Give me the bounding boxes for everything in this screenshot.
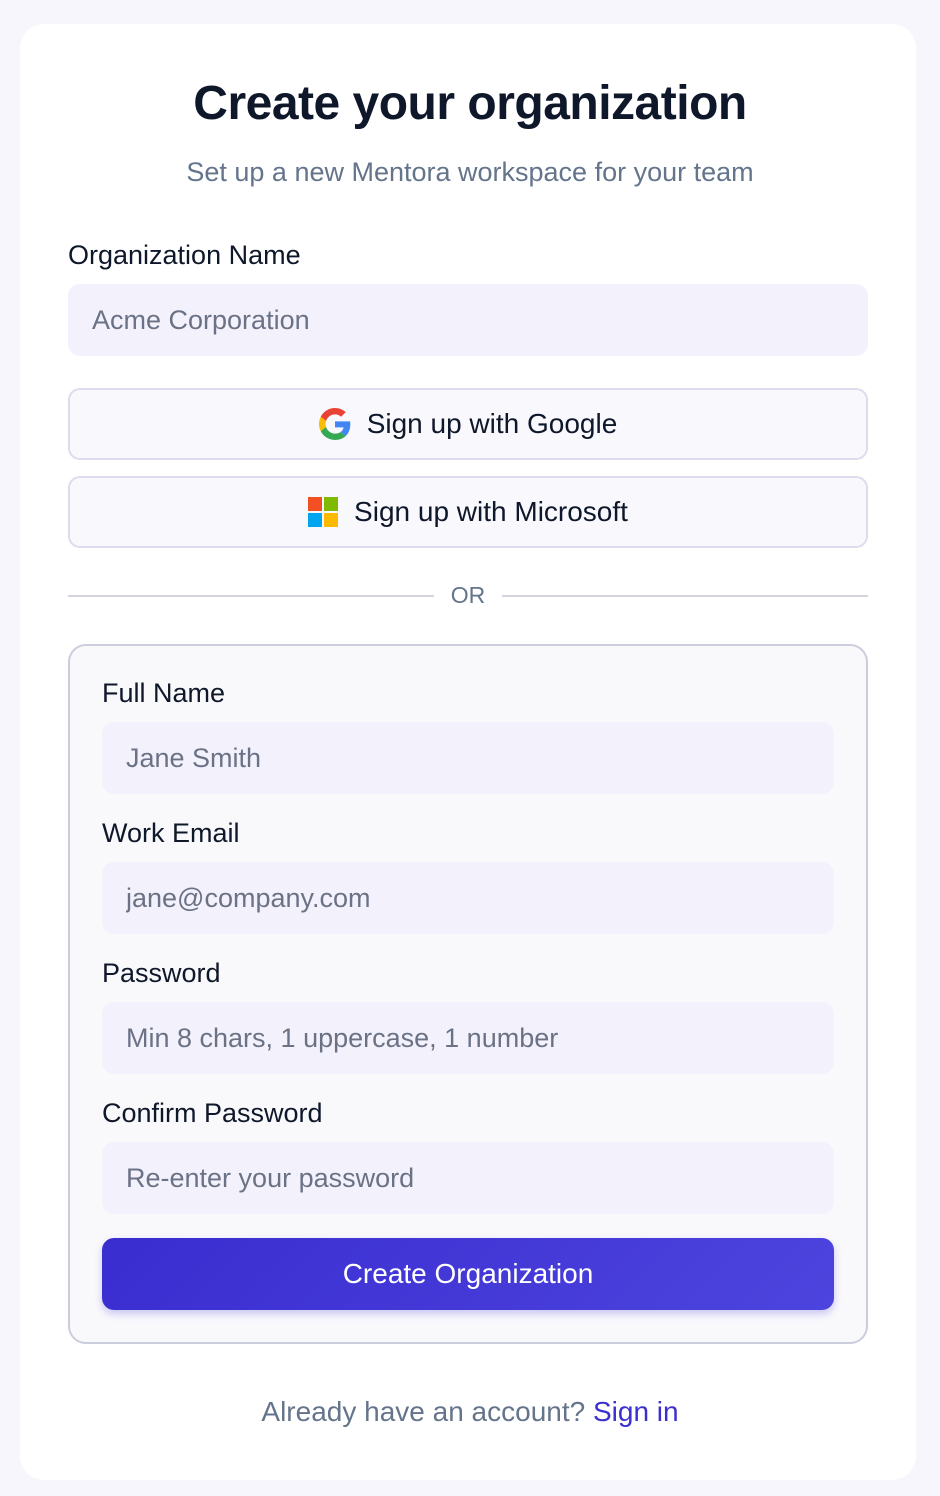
microsoft-signup-label: Sign up with Microsoft: [354, 496, 628, 527]
create-organization-button[interactable]: Create Organization: [102, 1238, 834, 1310]
organization-name-input[interactable]: [68, 284, 868, 356]
divider-line-right: [502, 595, 868, 597]
full-name-label: Full Name: [102, 678, 226, 708]
google-signup-label: Sign up with Google: [366, 408, 618, 439]
signin-link[interactable]: Sign in: [593, 1396, 679, 1427]
password-label: Password: [102, 958, 221, 988]
page-subtitle: Set up a new Mentora workspace for your …: [186, 157, 754, 187]
confirm-password-label: Confirm Password: [102, 1098, 323, 1128]
google-signup-button[interactable]: Sign up with Google: [68, 388, 868, 460]
work-email-input[interactable]: [102, 862, 834, 934]
divider-or-text: OR: [450, 582, 486, 608]
password-input[interactable]: [102, 1002, 834, 1074]
google-logo-icon: [318, 408, 351, 440]
confirm-password-input[interactable]: [102, 1142, 834, 1214]
organization-name-label: Organization Name: [68, 240, 301, 270]
microsoft-logo-icon: [308, 497, 339, 527]
microsoft-signup-button[interactable]: Sign up with Microsoft: [68, 476, 868, 548]
full-name-input[interactable]: [102, 722, 834, 794]
divider-line-left: [68, 595, 434, 597]
signin-prompt-text: Already have an account?: [261, 1396, 586, 1427]
signin-prompt: Already have an account? Sign in: [0, 1394, 940, 1430]
work-email-label: Work Email: [102, 818, 240, 848]
page-title: Create your organization: [193, 77, 747, 130]
